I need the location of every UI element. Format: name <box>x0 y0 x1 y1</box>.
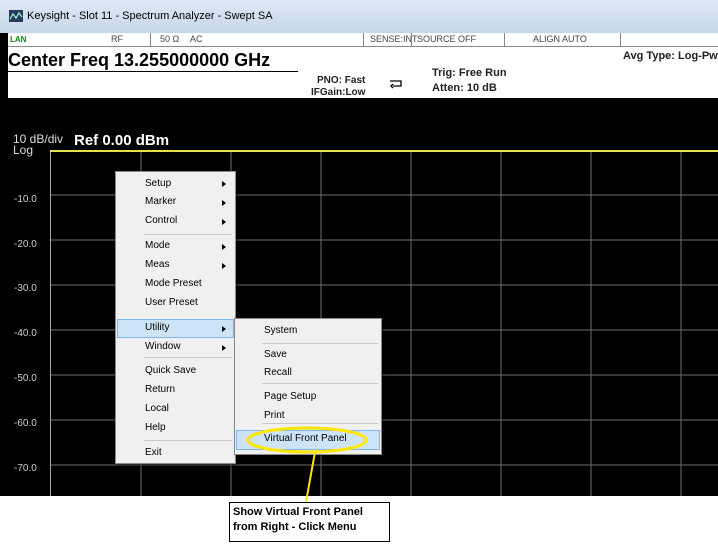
y-tick-label: -40.0 <box>14 328 37 339</box>
menu-item-user-preset[interactable]: User Preset <box>145 297 198 308</box>
lan-indicator: LAN <box>10 35 27 44</box>
scale-type-readout: Log <box>13 143 34 157</box>
ifgain-readout: IFGain:Low <box>311 87 366 98</box>
menu-item-help[interactable]: Help <box>145 422 166 433</box>
annotation-text: Show Virtual Front Panel from Right - Cl… <box>233 505 363 535</box>
menu-item-quick-save[interactable]: Quick Save <box>145 365 196 376</box>
menu-item-setup[interactable]: Setup <box>145 178 171 189</box>
y-tick-label: -10.0 <box>14 194 37 205</box>
chevron-right-icon <box>222 244 226 250</box>
menu-item-meas[interactable]: Meas <box>145 259 169 270</box>
impedance-indicator: 50 Ω <box>160 34 180 44</box>
submenu-item-save[interactable]: Save <box>264 349 287 360</box>
menu-item-control[interactable]: Control <box>145 215 177 226</box>
menu-item-mode[interactable]: Mode <box>145 240 170 251</box>
center-freq-underline <box>8 71 298 72</box>
chevron-right-icon <box>222 326 226 332</box>
submenu-item-virtual-front-panel[interactable]: Virtual Front Panel <box>264 433 347 444</box>
trace-line <box>50 150 718 152</box>
avg-type-readout: Avg Type: Log-Pw <box>623 50 718 62</box>
window-title: Keysight - Slot 11 - Spectrum Analyzer -… <box>27 10 273 22</box>
chevron-right-icon <box>222 263 226 269</box>
menu-item-utility[interactable]: Utility <box>145 322 169 333</box>
utility-submenu: System Save Recall Page Setup Print Virt… <box>234 318 382 455</box>
menu-item-marker[interactable]: Marker <box>145 196 176 207</box>
title-bar[interactable]: Keysight - Slot 11 - Spectrum Analyzer -… <box>0 0 718 33</box>
submenu-item-system[interactable]: System <box>264 325 297 336</box>
menu-highlight-utility <box>117 319 234 338</box>
annotation-line-2: from Right - Click Menu <box>233 521 357 533</box>
menu-item-mode-preset[interactable]: Mode Preset <box>145 278 202 289</box>
status-bar: LAN RF 50 Ω AC SENSE:INT SOURCE OFF ALIG… <box>8 33 718 47</box>
y-tick-label: -60.0 <box>14 418 37 429</box>
chevron-right-icon <box>222 345 226 351</box>
submenu-item-print[interactable]: Print <box>264 410 285 421</box>
menu-item-local[interactable]: Local <box>145 403 169 414</box>
menu-item-return[interactable]: Return <box>145 384 175 395</box>
atten-readout: Atten: 10 dB <box>432 82 497 94</box>
menu-item-exit[interactable]: Exit <box>145 447 162 458</box>
align-indicator: ALIGN AUTO <box>533 34 587 44</box>
y-tick-label: -50.0 <box>14 373 37 384</box>
app-icon <box>9 10 23 22</box>
pno-readout: PNO: Fast <box>317 75 366 86</box>
annotation-line-1: Show Virtual Front Panel <box>233 506 363 518</box>
chevron-right-icon <box>222 200 226 206</box>
rf-indicator: RF <box>111 34 123 44</box>
ref-level-readout: Ref 0.00 dBm <box>74 132 170 149</box>
context-menu: Setup Marker Control Mode Meas Mode Pres… <box>115 171 236 464</box>
coupling-indicator: AC <box>190 34 203 44</box>
center-freq-readout[interactable]: Center Freq 13.255000000 GHz <box>8 50 270 71</box>
menu-item-window[interactable]: Window <box>145 341 181 352</box>
trigger-readout: Trig: Free Run <box>432 67 507 79</box>
y-tick-label: -30.0 <box>14 283 37 294</box>
submenu-item-page-setup[interactable]: Page Setup <box>264 391 316 402</box>
chevron-right-icon <box>222 219 226 225</box>
trigger-icon <box>390 80 402 89</box>
submenu-item-recall[interactable]: Recall <box>264 367 292 378</box>
y-tick-label: -20.0 <box>14 239 37 250</box>
source-indicator: SOURCE OFF <box>417 34 477 44</box>
chevron-right-icon <box>222 181 226 187</box>
y-tick-label: -70.0 <box>14 463 37 474</box>
